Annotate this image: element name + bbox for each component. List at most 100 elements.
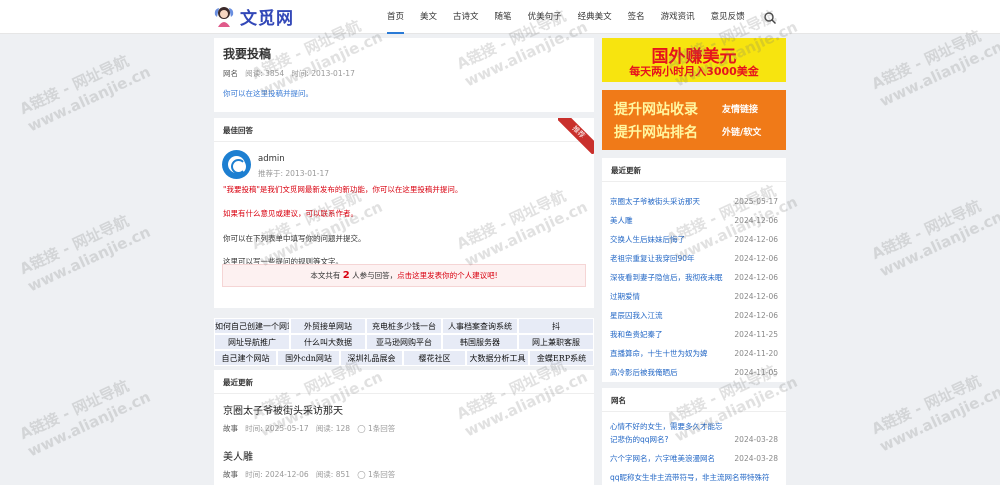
friend-links-grid: 如何自己创建一个网站 外贸接单网站 充电桩多少钱一台 人事档案查询系统 抖 网址… <box>214 318 594 366</box>
views-count: 3854 <box>265 69 285 78</box>
grid-link[interactable]: 自己建个网站 <box>214 350 277 366</box>
item-date: 2024-11-25 <box>734 330 778 339</box>
answer-count: 2 <box>342 270 350 281</box>
watermark: A链接 - 网址导航 www.alianjie.cn <box>868 364 1000 456</box>
views-label: 阅读: <box>245 69 263 78</box>
grid-link[interactable]: 亚马逊网购平台 <box>366 334 442 350</box>
item-title[interactable]: 高冷影后被我俺晒后 <box>610 363 730 382</box>
grid-link[interactable]: 外贸接单网站 <box>290 318 366 334</box>
sidebar-list-item[interactable]: 京圈太子爷被街头采访那天 2025-05-17 <box>610 192 778 211</box>
item-title[interactable]: 交换人生后妹妹后悔了 <box>610 230 730 249</box>
divider <box>214 141 594 142</box>
sidebar-list-item[interactable]: 美人雕 2024-12-06 <box>610 211 778 230</box>
item-title[interactable]: 六个字网名，六字唯美浪漫网名 <box>610 452 734 465</box>
item-title[interactable]: 老祖宗重复让我穿回90年 <box>610 249 730 268</box>
answer-summary: 本文共有 2 人参与回答，点击这里发表你的个人建议吧! <box>222 264 586 287</box>
sidebar-list-item[interactable]: 高冷影后被我俺晒后 2024-11-05 <box>610 363 778 382</box>
sidebar-recent-list: 京圈太子爷被街头采访那天 2025-05-17 美人雕 2024-12-06 交换人… <box>610 192 778 382</box>
ad-banner-seo[interactable]: 提升网站收录 提升网站排名 友情链接 外链/软文 <box>602 90 786 150</box>
item-title[interactable]: qq昵称女生非主流带符号，非主流网名带特殊符 <box>610 471 778 484</box>
site-logo[interactable]: 文觅网 <box>213 4 294 29</box>
watermark-line2: www.alianjie.cn <box>876 207 1000 281</box>
item-title[interactable]: 星辰囚我入江流 <box>610 306 730 325</box>
nav-youxi-zixun[interactable]: 游戏资讯 <box>653 0 703 34</box>
grid-link[interactable]: 什么叫大数据 <box>290 334 366 350</box>
item-title[interactable]: 美人雕 <box>610 211 730 230</box>
post-answer-link[interactable]: 点击这里发表你的个人建议吧! <box>397 271 498 280</box>
sidebar-list-item[interactable]: 过期爱情 2024-12-06 <box>610 287 778 306</box>
search-icon[interactable] <box>763 10 777 24</box>
nav-gushiwen[interactable]: 古诗文 <box>445 0 487 34</box>
sidebar-names-list: 心情不好的女生，需要多久才能忘记悲伤的qq网名? 2024-03-28 六个字网名… <box>610 420 778 485</box>
site-name: 文觅网 <box>240 9 294 29</box>
item-title[interactable]: 深夜看到妻子隐信后，我彻夜未眠 <box>610 268 730 287</box>
sidebar-list-item[interactable]: 心情不好的女生，需要多久才能忘记悲伤的qq网名? 2024-03-28 <box>610 420 778 446</box>
watermark-line1: A链接 - 网址导航 <box>16 211 132 279</box>
grid-link[interactable]: 充电桩多少钱一台 <box>366 318 442 334</box>
ad2-tag2: 外链/软文 <box>722 128 762 138</box>
article-category[interactable]: 故事 <box>223 424 238 433</box>
grid-link[interactable]: 大数据分析工具 <box>466 350 529 366</box>
sidebar-list-item[interactable]: 直播算命，十生十世为奴为婢 2024-11-20 <box>610 344 778 363</box>
nav-qianming[interactable]: 签名 <box>620 0 653 34</box>
grid-link[interactable]: 抖 <box>518 318 594 334</box>
grid-link[interactable]: 国外cdn网站 <box>277 350 340 366</box>
sidebar-list-item[interactable]: 六个字网名，六字唯美浪漫网名 2024-03-28 <box>610 452 778 465</box>
answer-paragraph-1: "我要投稿"是我们文觅网最新发布的新功能，你可以在这里投稿并提问。 <box>223 185 463 194</box>
answer-username[interactable]: admin <box>258 154 285 164</box>
nav-home[interactable]: 首页 <box>379 0 412 34</box>
sidebar-list-item[interactable]: 星辰囚我入江流 2024-12-06 <box>610 306 778 325</box>
item-title[interactable]: 心情不好的女生，需要多久才能忘记悲伤的qq网名? <box>610 420 728 446</box>
nav-suibi[interactable]: 随笔 <box>487 0 520 34</box>
grid-link[interactable]: 樱花社区 <box>403 350 466 366</box>
item-title[interactable]: 直播算命，十生十世为奴为婢 <box>610 344 730 363</box>
category-label[interactable]: 网名 <box>223 69 238 78</box>
page-title: 我要投稿 <box>223 47 272 61</box>
divider <box>602 181 786 182</box>
sidebar-list-item[interactable]: 老祖宗重复让我穿回90年 2024-12-06 <box>610 249 778 268</box>
grid-link[interactable]: 深圳礼品展会 <box>340 350 403 366</box>
sidebar-list-item[interactable]: 交换人生后妹妹后悔了 2024-12-06 <box>610 230 778 249</box>
nav-meiwen[interactable]: 美文 <box>412 0 445 34</box>
sidebar-recent-card: 最近更新 京圈太子爷被街头采访那天 2025-05-17 美人雕 2024-12-0… <box>602 158 786 382</box>
avatar[interactable] <box>222 150 251 179</box>
grid-link[interactable]: 韩国服务器 <box>442 334 518 350</box>
top-header: 文觅网 首页 美文 古诗文 随笔 优美句子 经典美文 签名 游戏资讯 意见反馈 <box>0 0 1000 34</box>
item-title[interactable]: 京圈太子爷被街头采访那天 <box>610 192 730 211</box>
list-item[interactable]: 美人雕 故事 时间: 2024-12-06 阅读: 851 ◯ 1条回答 <box>223 448 395 480</box>
article-title[interactable]: 京圈太子爷被街头采访那天 <box>223 402 395 417</box>
watermark: A链接 - 网址导航 www.alianjie.cn <box>16 369 153 461</box>
date-label: 时间: <box>291 69 309 78</box>
watermark-line2: www.alianjie.cn <box>876 382 1000 456</box>
grid-link[interactable]: 如何自己创建一个网站 <box>214 318 290 334</box>
item-date: 2024-12-06 <box>734 311 778 320</box>
nav-jingdian-meiwen[interactable]: 经典美文 <box>570 0 620 34</box>
article-title[interactable]: 美人雕 <box>223 448 395 463</box>
grid-link[interactable]: 网址导航推广 <box>214 334 290 350</box>
grid-link[interactable]: 网上兼职客服 <box>518 334 594 350</box>
summary-prefix: 本文共有 <box>310 271 341 280</box>
article-time: 时间: 2025-05-17 <box>245 424 309 433</box>
article-answers: 1条回答 <box>368 470 396 479</box>
article-category[interactable]: 故事 <box>223 470 238 479</box>
sidebar-list-item[interactable]: qq昵称女生非主流带符号，非主流网名带特殊符 <box>610 471 778 484</box>
article-meta: 故事 时间: 2025-05-17 阅读: 128 ◯ 1条回答 <box>223 423 395 434</box>
section-heading: 最佳回答 <box>223 126 253 135</box>
sidebar-list-item[interactable]: 深夜看到妻子隐信后，我彻夜未眠 2024-12-06 <box>610 268 778 287</box>
grid-link[interactable]: 人事档案查询系统 <box>442 318 518 334</box>
nav-youmei-juzi[interactable]: 优美句子 <box>520 0 570 34</box>
item-title[interactable]: 我和鱼贵妃秦了 <box>610 325 730 344</box>
item-date: 2025-05-17 <box>734 197 778 206</box>
list-item[interactable]: 京圈太子爷被街头采访那天 故事 时间: 2025-05-17 阅读: 128 ◯… <box>223 402 395 434</box>
divider <box>602 411 786 412</box>
item-date: 2024-11-05 <box>734 368 778 377</box>
logo-girl-icon <box>213 5 235 29</box>
ad-banner-earn-dollars[interactable]: 国外赚美元 每天两小时月入3000美金 <box>602 38 786 82</box>
watermark-line1: A链接 - 网址导航 <box>868 196 984 264</box>
watermark-line1: A链接 - 网址导航 <box>16 51 132 119</box>
sidebar-list-item[interactable]: 我和鱼贵妃秦了 2024-11-25 <box>610 325 778 344</box>
nav-feedback[interactable]: 意见反馈 <box>703 0 753 34</box>
grid-link[interactable]: 金蝶ERP系统 <box>529 350 594 366</box>
article-views: 阅读: 851 <box>315 470 351 479</box>
item-title[interactable]: 过期爱情 <box>610 287 730 306</box>
